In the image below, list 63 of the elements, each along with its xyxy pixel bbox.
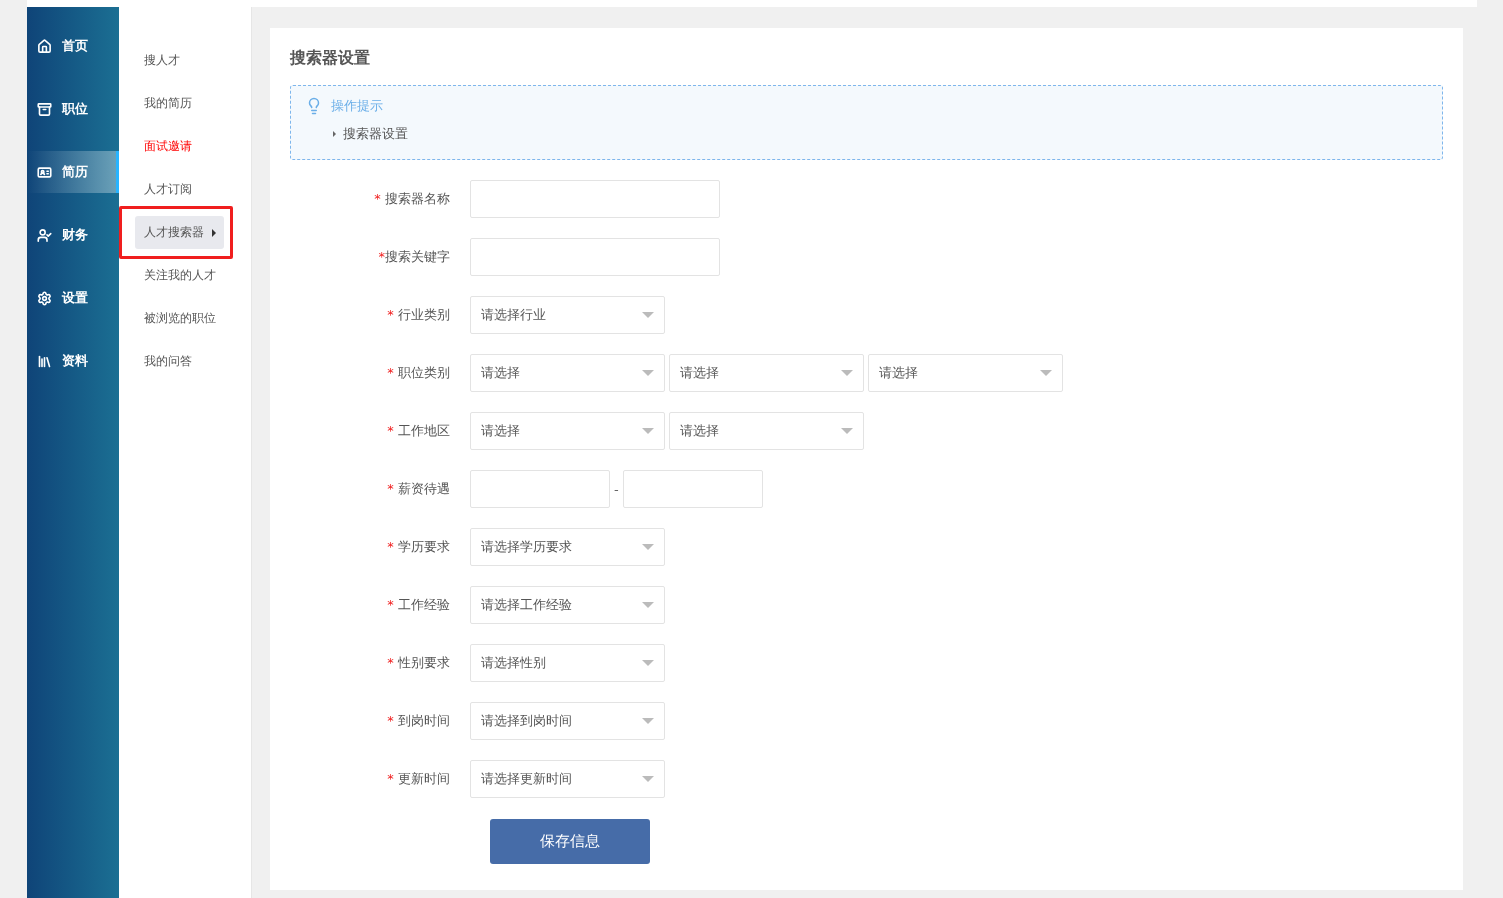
dropdown[interactable]: 请选择 [669, 412, 864, 450]
caret-icon [642, 602, 654, 608]
field-label: * 到岗时间 [386, 712, 451, 730]
nav-item[interactable]: 首页 [27, 25, 119, 67]
bullet-icon [333, 131, 336, 137]
field-label: * 行业类别 [386, 306, 451, 324]
field-label: * 职位类别 [386, 364, 451, 382]
dropdown[interactable]: 请选择行业 [470, 296, 665, 334]
dropdown[interactable]: 请选择 [868, 354, 1063, 392]
dropdown[interactable]: 请选择学历要求 [470, 528, 665, 566]
field-label: * 工作经验 [386, 596, 451, 614]
nav-item[interactable]: 设置 [27, 277, 119, 319]
input-field[interactable] [470, 470, 610, 508]
dropdown[interactable]: 请选择 [470, 354, 665, 392]
dropdown[interactable]: 请选择 [470, 412, 665, 450]
nav-item[interactable]: 职位 [27, 88, 119, 130]
dropdown[interactable]: 请选择到岗时间 [470, 702, 665, 740]
settings-icon [37, 290, 52, 306]
submenu-item[interactable]: 人才订阅 [135, 181, 192, 198]
caret-icon [1040, 370, 1052, 376]
caret-icon [642, 312, 654, 318]
nav-item[interactable]: 资料 [27, 340, 119, 382]
tip-text: 搜索器设置 [343, 125, 408, 143]
caret-icon [212, 228, 216, 237]
user-check-icon [37, 227, 52, 243]
submenu-item[interactable]: 关注我的人才 [135, 267, 216, 284]
caret-icon [642, 428, 654, 434]
field-label: * 工作地区 [386, 422, 451, 440]
input-field[interactable] [622, 470, 763, 508]
home-icon [37, 38, 52, 54]
field-label: * 搜索器名称 [373, 190, 451, 208]
field-label: * 薪资待遇 [386, 480, 451, 498]
dropdown[interactable]: 请选择更新时间 [470, 760, 665, 798]
field-label: *搜索关键字 [377, 248, 451, 266]
tip-title: 操作提示 [331, 97, 383, 115]
id-card-icon [37, 164, 52, 180]
input-field[interactable] [470, 180, 720, 218]
caret-icon [642, 544, 654, 550]
submenu-item[interactable]: 被浏览的职位 [135, 310, 216, 327]
field-label: * 学历要求 [386, 538, 451, 556]
caret-icon [642, 370, 654, 376]
field-label: * 性别要求 [386, 654, 451, 672]
submenu-item[interactable]: 我的简历 [135, 95, 192, 112]
nav-item[interactable]: 财务 [27, 214, 119, 256]
caret-icon [642, 660, 654, 666]
caret-icon [642, 718, 654, 724]
caret-icon [841, 428, 853, 434]
submenu-item[interactable]: 面试邀请 [135, 138, 192, 155]
input-field[interactable] [470, 238, 720, 276]
submenu-item[interactable]: 人才搜索器 [135, 216, 224, 249]
submenu-item[interactable]: 搜人才 [135, 52, 180, 69]
dropdown[interactable]: 请选择性别 [470, 644, 665, 682]
save-button[interactable]: 保存信息 [490, 819, 650, 864]
page-title: 搜索器设置 [290, 48, 371, 69]
caret-icon [642, 776, 654, 782]
field-label: * 更新时间 [386, 770, 451, 788]
books-icon [37, 353, 52, 369]
drawer-icon [37, 101, 52, 117]
dropdown[interactable]: 请选择 [669, 354, 864, 392]
submenu-item[interactable]: 我的问答 [135, 353, 192, 370]
caret-icon [841, 370, 853, 376]
dropdown[interactable]: 请选择工作经验 [470, 586, 665, 624]
range-separator: - [614, 481, 619, 497]
